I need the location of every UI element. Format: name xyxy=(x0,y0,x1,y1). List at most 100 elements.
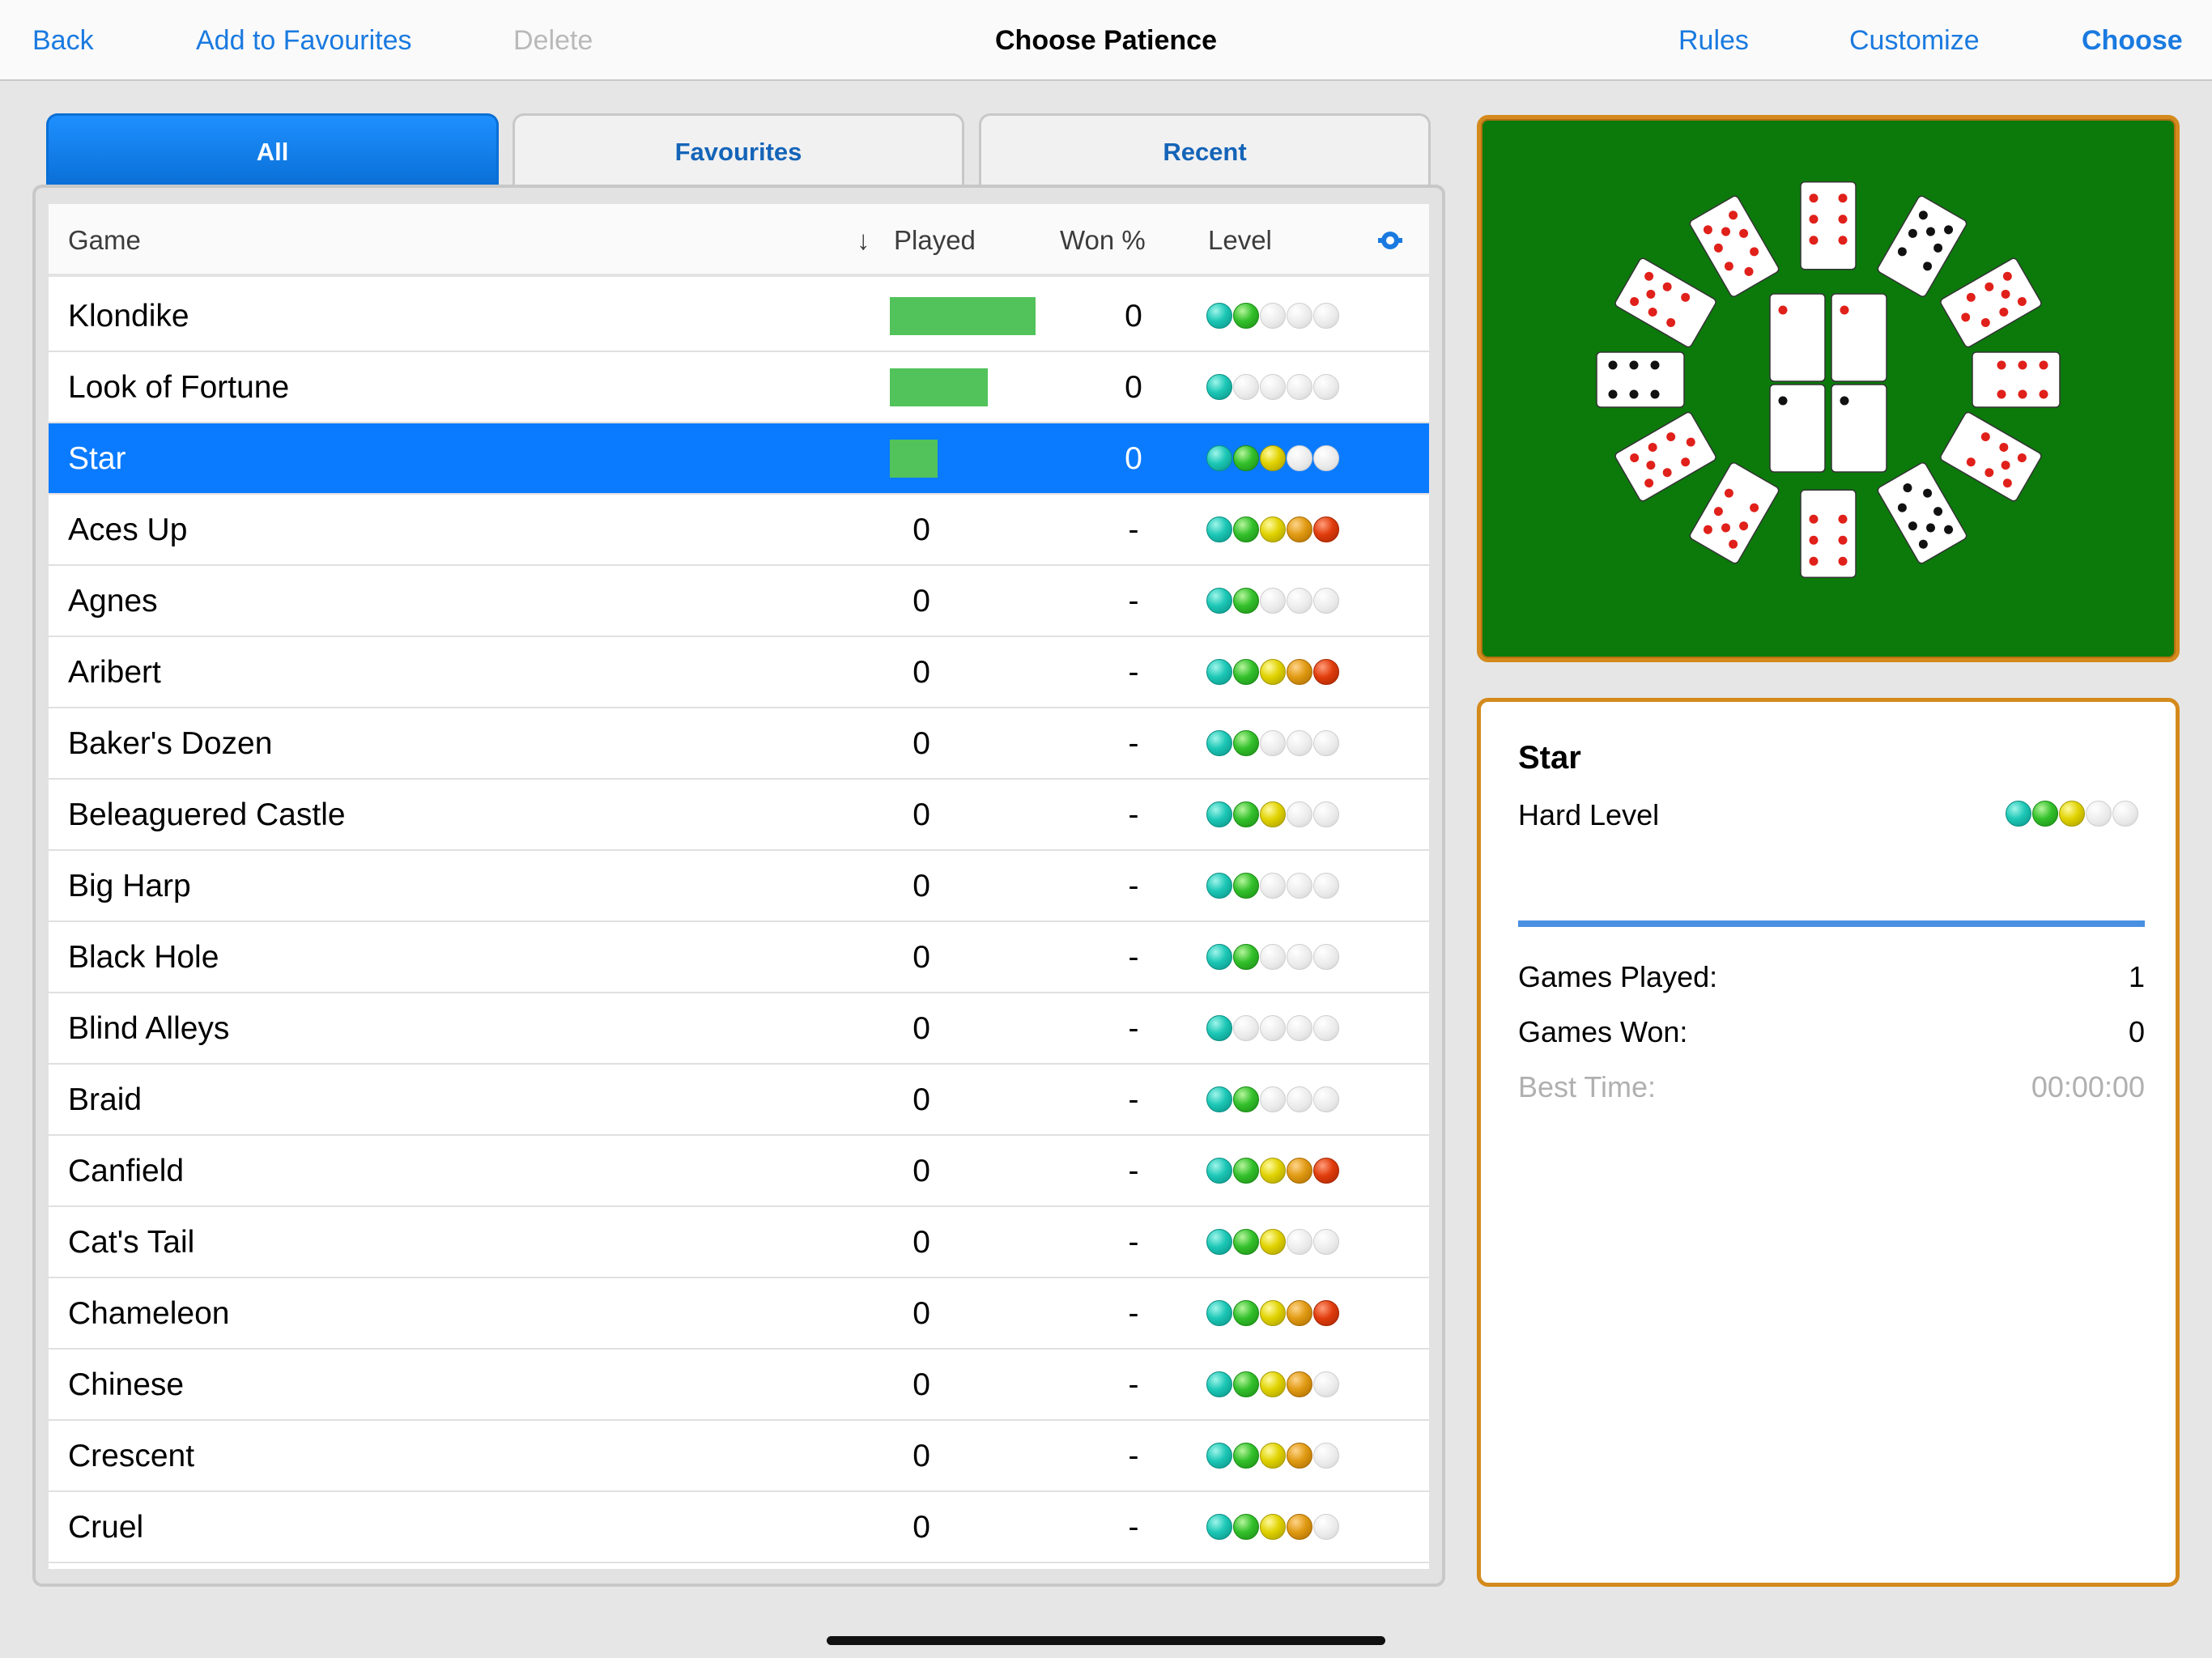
played-count: 0 xyxy=(912,1439,930,1473)
playing-card-icon xyxy=(1769,384,1826,473)
info-level-indicator xyxy=(2006,801,2138,827)
column-header-played[interactable]: Played xyxy=(894,223,976,257)
column-header-game[interactable]: Game xyxy=(68,223,141,257)
customize-button[interactable]: Customize xyxy=(1849,23,1980,58)
home-indicator[interactable] xyxy=(827,1636,1385,1645)
level-dot-icon xyxy=(1206,873,1232,899)
level-indicator xyxy=(1206,659,1339,687)
games-won-label: Games Won: xyxy=(1518,1015,1688,1048)
table-row[interactable]: Beleaguered Castle 0 - xyxy=(49,780,1429,851)
level-dot-icon xyxy=(1206,303,1232,329)
level-dot-icon xyxy=(1206,517,1232,542)
sort-arrow-icon[interactable]: ↓ xyxy=(857,223,870,257)
table-row[interactable]: Klondike30 xyxy=(49,281,1429,352)
level-dot-icon xyxy=(2112,801,2138,827)
level-dot-icon xyxy=(1313,303,1339,329)
tab-favourites[interactable]: Favourites xyxy=(513,113,964,186)
tab-recent[interactable]: Recent xyxy=(979,113,1431,186)
playing-card-icon xyxy=(1940,411,2042,502)
level-dot-icon xyxy=(1206,1086,1232,1112)
table-row[interactable]: Cruel 0 - xyxy=(49,1492,1429,1563)
level-dot-icon xyxy=(1260,1015,1286,1041)
level-dot-icon xyxy=(1287,944,1312,970)
rules-button[interactable]: Rules xyxy=(1678,23,1749,58)
table-row[interactable]: Braid 0 - xyxy=(49,1065,1429,1136)
table-row[interactable]: Black Hole 0 - xyxy=(49,922,1429,993)
table-row[interactable]: Chinese 0 - xyxy=(49,1350,1429,1421)
level-dot-icon xyxy=(2086,801,2112,827)
level-dot-icon xyxy=(1260,303,1286,329)
layout-preview xyxy=(1477,115,2180,662)
playing-card-icon xyxy=(1689,195,1780,297)
level-dot-icon xyxy=(1287,517,1312,542)
table-row[interactable]: Canfield 0 - xyxy=(49,1136,1429,1207)
playing-card-icon xyxy=(1831,293,1887,382)
settings-wrench-icon[interactable] xyxy=(1376,228,1404,253)
won-percent: - xyxy=(1128,1011,1139,1046)
level-dot-icon xyxy=(1287,801,1312,827)
won-percent: 0 xyxy=(1125,441,1142,476)
level-indicator xyxy=(1206,445,1339,473)
level-dot-icon xyxy=(1287,1086,1312,1112)
game-name: Aribert xyxy=(68,655,161,690)
level-dot-icon xyxy=(1313,445,1339,471)
level-indicator xyxy=(1206,1443,1339,1470)
level-dot-icon xyxy=(1260,1229,1286,1255)
played-bar xyxy=(890,368,988,406)
played-count: 0 xyxy=(912,1367,930,1402)
playing-card-icon xyxy=(1800,181,1857,270)
game-name: Cat's Tail xyxy=(68,1225,195,1260)
game-name: Chameleon xyxy=(68,1296,230,1331)
level-dot-icon xyxy=(1206,659,1232,685)
table-row[interactable]: Star10 xyxy=(49,423,1429,495)
table-row[interactable]: Crescent 0 - xyxy=(49,1421,1429,1492)
won-percent: - xyxy=(1128,726,1139,761)
won-percent: - xyxy=(1128,1367,1139,1402)
won-percent: - xyxy=(1128,940,1139,975)
level-dot-icon xyxy=(1313,1514,1339,1540)
table-row[interactable]: Chameleon 0 - xyxy=(49,1278,1429,1350)
level-dot-icon xyxy=(1206,374,1232,400)
level-dot-icon xyxy=(1287,659,1312,685)
column-header-level[interactable]: Level xyxy=(1208,223,1272,257)
level-dot-icon xyxy=(1233,873,1259,899)
table-row[interactable]: Big Harp 0 - xyxy=(49,851,1429,922)
table-row[interactable]: Aces Up 0 - xyxy=(49,495,1429,566)
level-dot-icon xyxy=(1206,1158,1232,1184)
won-percent: - xyxy=(1128,797,1139,832)
played-count: 0 xyxy=(912,1510,930,1545)
table-row[interactable]: Look of Fortune20 xyxy=(49,352,1429,423)
game-list[interactable]: Game ↓ Played Won % Level Klondike30Look… xyxy=(49,204,1429,1569)
table-row[interactable]: Agnes 0 - xyxy=(49,566,1429,637)
played-bar xyxy=(890,297,1036,335)
game-name: Blind Alleys xyxy=(68,1011,230,1046)
level-dot-icon xyxy=(1287,374,1312,400)
tab-all[interactable]: All xyxy=(46,113,499,186)
level-indicator xyxy=(1206,1371,1339,1399)
level-dot-icon xyxy=(1287,303,1312,329)
level-dot-icon xyxy=(1206,801,1232,827)
table-row[interactable]: Cat's Tail 0 - xyxy=(49,1207,1429,1278)
level-dot-icon xyxy=(1233,801,1259,827)
level-dot-icon xyxy=(1260,873,1286,899)
playing-card-icon xyxy=(1831,384,1887,473)
level-indicator xyxy=(1206,1086,1339,1114)
table-row[interactable]: Baker's Dozen 0 - xyxy=(49,708,1429,780)
level-dot-icon xyxy=(1313,1443,1339,1469)
level-dot-icon xyxy=(1313,1229,1339,1255)
table-row[interactable]: Blind Alleys 0 - xyxy=(49,993,1429,1065)
level-dot-icon xyxy=(1206,1371,1232,1397)
table-row[interactable]: Aribert 0 - xyxy=(49,637,1429,708)
level-dot-icon xyxy=(1313,374,1339,400)
level-dot-icon xyxy=(1260,517,1286,542)
game-name: Look of Fortune xyxy=(68,370,290,405)
level-dot-icon xyxy=(2006,801,2031,827)
played-count: 0 xyxy=(912,726,930,761)
level-dot-icon xyxy=(1313,1015,1339,1041)
level-indicator xyxy=(1206,1300,1339,1328)
column-header-won[interactable]: Won % xyxy=(1060,223,1146,257)
choose-button[interactable]: Choose xyxy=(2082,23,2183,58)
level-dot-icon xyxy=(1287,588,1312,614)
won-percent: - xyxy=(1128,1154,1139,1188)
level-dot-icon xyxy=(1206,588,1232,614)
